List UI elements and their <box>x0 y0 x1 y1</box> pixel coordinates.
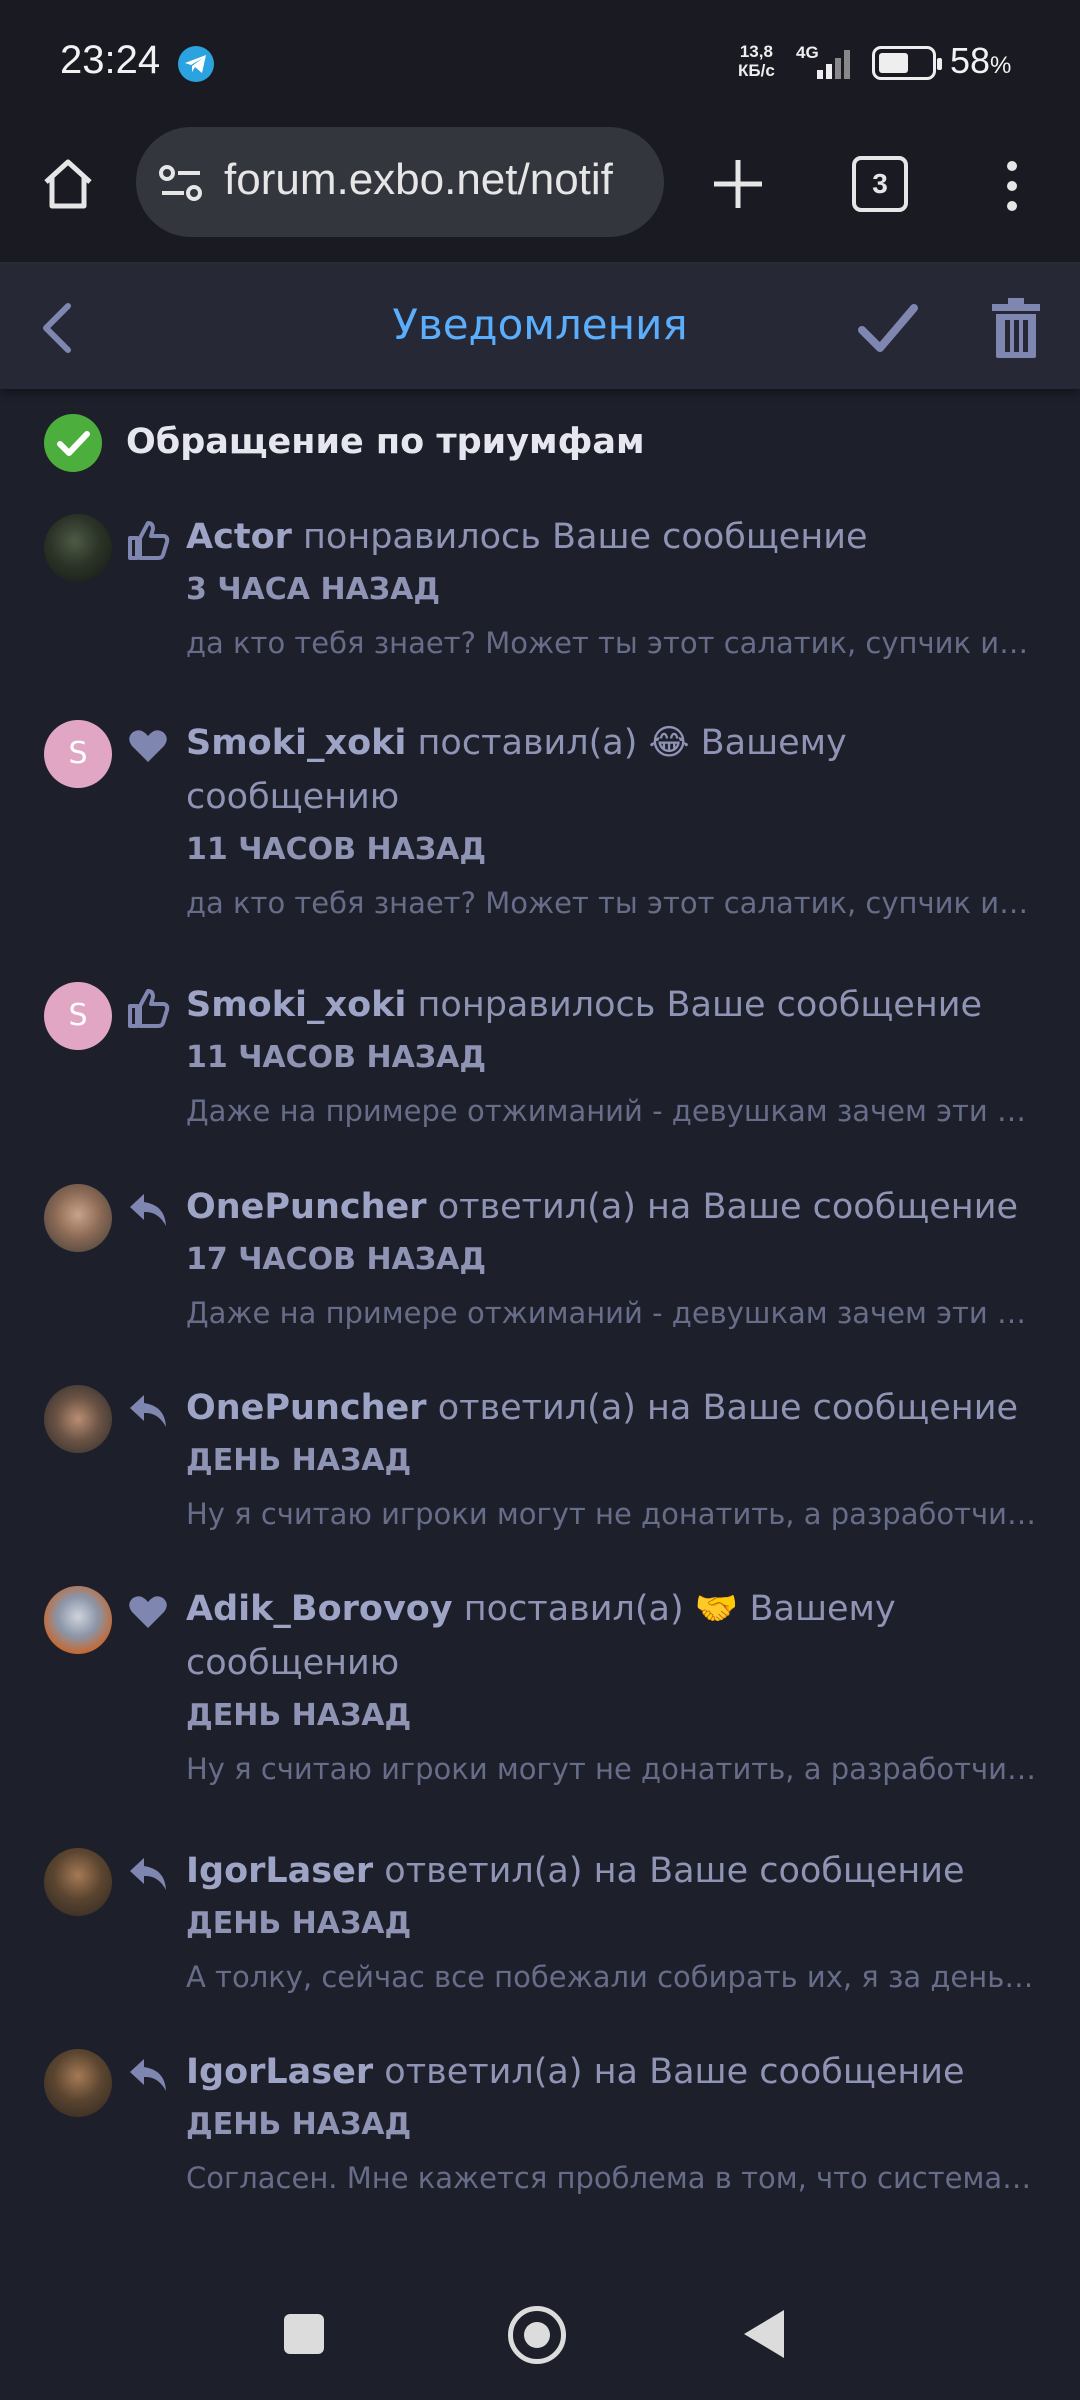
notification-username[interactable]: Smoki_xoki <box>186 985 406 1025</box>
notification-excerpt: Даже на примере отжиманий - девушкам зач… <box>186 1296 1036 1330</box>
avatar[interactable]: S <box>44 720 112 788</box>
notification-username[interactable]: IgorLaser <box>186 1851 373 1891</box>
notification-time: ДЕНЬ НАЗАД <box>186 1906 412 1941</box>
notification-time: 3 ЧАСА НАЗАД <box>186 572 441 607</box>
battery-percent: 58% <box>950 40 1011 82</box>
home-nav-button[interactable] <box>508 2306 566 2364</box>
notification-excerpt: да кто тебя знает? Может ты этот салатик… <box>186 886 1036 920</box>
home-icon <box>44 159 92 209</box>
telegram-icon <box>178 46 214 82</box>
notification-action: поставил(а) <box>463 1589 684 1629</box>
heart-icon <box>126 1590 170 1634</box>
notification-text: Smoki_xoki понравилось Ваше сообщение <box>186 978 1046 1032</box>
avatar[interactable] <box>44 1848 112 1916</box>
reaction-emoji: 🤝 <box>694 1589 739 1629</box>
notification-text: Smoki_xoki поставил(а) 😂 Вашему сообщени… <box>186 716 1046 824</box>
notification-excerpt: Ну я считаю игроки могут не донатить, а … <box>186 1497 1036 1531</box>
notification-action: понравилось Ваше сообщение <box>417 985 982 1025</box>
reply-icon <box>126 1188 170 1232</box>
notification-time: 11 ЧАСОВ НАЗАД <box>186 1040 487 1075</box>
avatar[interactable] <box>44 1184 112 1252</box>
notification-time: ДЕНЬ НАЗАД <box>186 2107 412 2142</box>
notification-text: IgorLaser ответил(а) на Ваше сообщение <box>186 2045 1046 2099</box>
notification-time: ДЕНЬ НАЗАД <box>186 1698 412 1733</box>
avatar[interactable]: S <box>44 982 112 1050</box>
status-time: 23:24 <box>60 38 161 82</box>
browser-menu-button[interactable] <box>1000 156 1024 216</box>
recent-apps-button[interactable] <box>284 2314 324 2354</box>
notification-username[interactable]: Smoki_xoki <box>186 723 406 763</box>
notification-username[interactable]: Adik_Borovoy <box>186 1589 453 1629</box>
notification-action: ответил(а) на Ваше сообщение <box>384 2052 965 2092</box>
notification-excerpt: Даже на примере отжиманий - девушкам зач… <box>186 1094 1036 1128</box>
notification-time: ДЕНЬ НАЗАД <box>186 1443 412 1478</box>
notification-action: поставил(а) <box>417 723 638 763</box>
thumbs-up-icon <box>126 986 170 1030</box>
thumbs-up-icon <box>126 518 170 562</box>
url-text[interactable]: forum.exbo.net/notif <box>224 155 644 205</box>
plus-icon <box>714 160 762 208</box>
more-vert-icon <box>1007 161 1017 211</box>
battery-percent-unit: % <box>990 52 1012 79</box>
notification-text: OnePuncher ответил(а) на Ваше сообщение <box>186 1381 1046 1435</box>
notification-excerpt: А толку, сейчас все побежали собирать их… <box>186 1960 1036 1994</box>
network-speed-value: 13,8 <box>739 42 773 61</box>
heart-icon <box>126 724 170 768</box>
address-bar[interactable]: forum.exbo.net/notif <box>136 127 664 237</box>
delete-all-button[interactable] <box>990 296 1042 360</box>
battery-percent-value: 58 <box>950 40 991 81</box>
notification-action: ответил(а) на Ваше сообщение <box>384 1851 965 1891</box>
notification-action: ответил(а) на Ваше сообщение <box>437 1388 1018 1428</box>
new-tab-button[interactable] <box>708 154 768 214</box>
network-speed: 13,8 КБ/с <box>738 42 775 80</box>
discussion-title[interactable]: Обращение по триумфам <box>126 422 645 462</box>
tab-switcher-button[interactable]: 3 <box>852 156 908 212</box>
reply-icon <box>126 1852 170 1896</box>
notification-action: понравилось Ваше сообщение <box>303 517 868 557</box>
network-speed-unit: КБ/с <box>738 61 775 80</box>
reaction-emoji: 😂 <box>648 723 690 763</box>
notification-username[interactable]: IgorLaser <box>186 2052 373 2092</box>
notification-text: Adik_Borovoy поставил(а) 🤝 Вашему сообще… <box>186 1582 1046 1690</box>
notification-text: Actor понравилось Ваше сообщение <box>186 510 1046 564</box>
notification-action: ответил(а) на Ваше сообщение <box>437 1187 1018 1227</box>
notification-text: IgorLaser ответил(а) на Ваше сообщение <box>186 1844 1046 1898</box>
battery-level <box>879 53 908 73</box>
check-circle-icon[interactable] <box>44 414 102 472</box>
avatar-letter: S <box>68 998 88 1033</box>
notification-time: 11 ЧАСОВ НАЗАД <box>186 832 487 867</box>
avatar[interactable] <box>44 2049 112 2117</box>
avatar[interactable] <box>44 514 112 582</box>
site-settings-icon[interactable] <box>158 163 204 203</box>
back-nav-button[interactable] <box>744 2310 784 2358</box>
notification-username[interactable]: OnePuncher <box>186 1187 427 1227</box>
notification-text: OnePuncher ответил(а) на Ваше сообщение <box>186 1180 1046 1234</box>
notification-excerpt: Ну я считаю игроки могут не донатить, а … <box>186 1752 1036 1786</box>
reply-icon <box>126 1389 170 1433</box>
avatar-letter: S <box>68 736 88 771</box>
notification-username[interactable]: OnePuncher <box>186 1388 427 1428</box>
home-button[interactable] <box>40 156 96 212</box>
notification-excerpt: Согласен. Мне кажется проблема в том, чт… <box>186 2161 1036 2195</box>
notification-time: 17 ЧАСОВ НАЗАД <box>186 1242 487 1277</box>
checkmark-icon <box>858 304 918 352</box>
avatar[interactable] <box>44 1385 112 1453</box>
mark-all-read-button[interactable] <box>856 298 920 358</box>
signal-icon: 4G <box>795 42 861 86</box>
notification-excerpt: да кто тебя знает? Может ты этот салатик… <box>186 626 1036 660</box>
avatar[interactable] <box>44 1586 112 1654</box>
trash-icon <box>992 298 1040 358</box>
battery-icon <box>872 46 942 80</box>
reply-icon <box>126 2053 170 2097</box>
notification-username[interactable]: Actor <box>186 517 292 557</box>
network-type: 4G <box>796 43 819 62</box>
